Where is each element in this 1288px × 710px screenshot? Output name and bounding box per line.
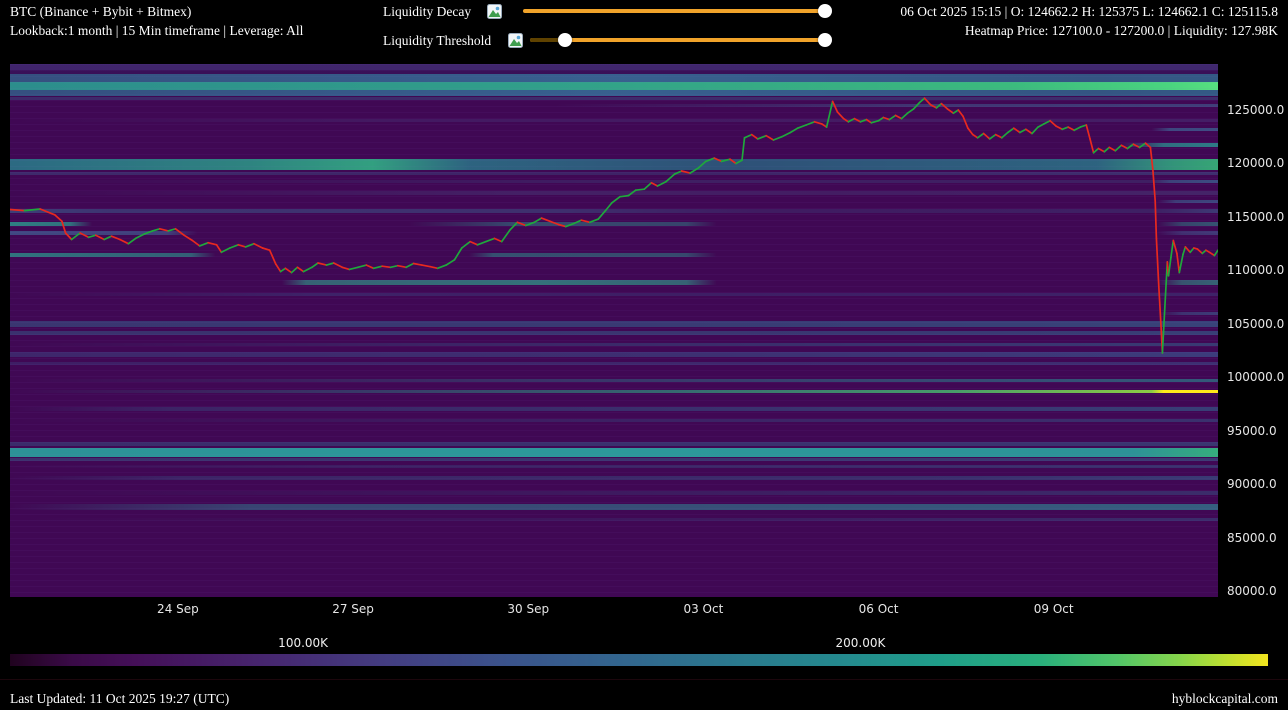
y-axis-label: 125000.0 — [1227, 103, 1284, 117]
liquidity-heatmap-app: BTC (Binance + Bybit + Bitmex) Lookback:… — [0, 0, 1288, 710]
symbol-title: BTC (Binance + Bybit + Bitmex) — [10, 4, 191, 20]
heatmap-info: Heatmap Price: 127100.0 - 127200.0 | Liq… — [965, 23, 1278, 39]
y-axis-label: 85000.0 — [1227, 531, 1277, 545]
x-axis-label: 24 Sep — [157, 602, 199, 616]
last-updated-text: Last Updated: 11 Oct 2025 19:27 (UTC) — [10, 691, 229, 707]
footer-divider — [0, 679, 1288, 680]
y-axis-label: 120000.0 — [1227, 156, 1284, 170]
colorbar — [10, 654, 1268, 666]
broken-image-icon[interactable] — [508, 33, 523, 48]
y-axis-label: 100000.0 — [1227, 370, 1284, 384]
x-axis-label: 03 Oct — [683, 602, 723, 616]
y-axis-label: 105000.0 — [1227, 317, 1284, 331]
colorbar-tick-label: 100.00K — [278, 636, 328, 650]
slider-track[interactable] — [530, 38, 828, 42]
slider-handle[interactable] — [818, 33, 832, 47]
price-line — [10, 64, 1218, 597]
y-axis-label: 80000.0 — [1227, 584, 1277, 598]
broken-image-icon[interactable] — [487, 4, 502, 19]
x-axis-label: 30 Sep — [507, 602, 549, 616]
website-link[interactable]: hyblockcapital.com — [1172, 691, 1278, 707]
y-axis-label: 115000.0 — [1227, 210, 1284, 224]
colorbar-tick-label: 200.00K — [835, 636, 885, 650]
y-axis-label: 110000.0 — [1227, 263, 1284, 277]
y-axis-label: 90000.0 — [1227, 477, 1277, 491]
slider-track[interactable] — [523, 9, 828, 13]
liquidity-heatmap-canvas[interactable] — [10, 64, 1218, 597]
slider-handle[interactable] — [818, 4, 832, 18]
y-axis-label: 95000.0 — [1227, 424, 1277, 438]
slider-handle[interactable] — [558, 33, 572, 47]
chart-settings: Lookback:1 month | 15 Min timeframe | Le… — [10, 23, 303, 39]
candle-info: 06 Oct 2025 15:15 | O: 124662.2 H: 12537… — [900, 4, 1278, 20]
x-axis-label: 27 Sep — [332, 602, 374, 616]
x-axis-label: 06 Oct — [859, 602, 899, 616]
liquidity-threshold-label: Liquidity Threshold — [383, 33, 491, 49]
x-axis-label: 09 Oct — [1034, 602, 1074, 616]
liquidity-decay-label: Liquidity Decay — [383, 4, 471, 20]
